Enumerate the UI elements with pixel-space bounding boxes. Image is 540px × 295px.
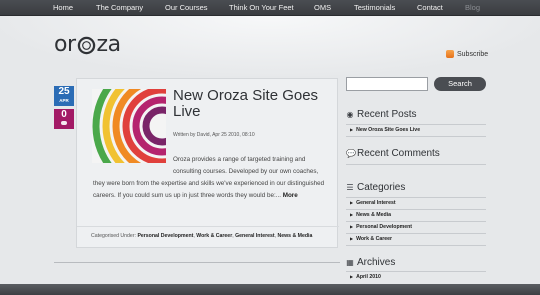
category-label: Work & Career — [356, 236, 393, 242]
logo-text-left: or — [54, 32, 76, 57]
subscribe-link[interactable]: Subscribe — [446, 50, 488, 58]
recent-post-link[interactable]: ▶ New Oroza Site Goes Live — [350, 127, 420, 133]
nav-testimonials[interactable]: Testimonials — [354, 3, 395, 12]
comment-count: 0 — [61, 109, 67, 120]
recent-posts-heading: ◉ Recent Posts — [346, 109, 417, 120]
search-input[interactable] — [346, 77, 428, 91]
categories-heading: ☰ Categories — [346, 182, 405, 193]
archives-heading: ▦ Archives — [346, 257, 395, 268]
archive-link-april-2010[interactable]: ▶ April 2010 — [350, 274, 381, 280]
post-date-badge: 25 APR — [54, 86, 74, 106]
logo-text-right: za — [96, 32, 122, 57]
category-link-general-interest[interactable]: ▶ General Interest — [350, 200, 396, 206]
divider — [346, 245, 486, 246]
post-excerpt-bottom: they were born from the expertise and sk… — [93, 178, 335, 202]
post-category-news-media[interactable]: News & Media — [278, 233, 313, 239]
recent-posts-title: Recent Posts — [357, 109, 417, 120]
divider — [346, 233, 486, 234]
list-icon: ☰ — [346, 183, 354, 192]
divider — [346, 271, 486, 272]
divider — [346, 124, 486, 125]
arrow-right-icon: ▶ — [350, 274, 354, 279]
arrow-right-icon: ▶ — [350, 212, 354, 217]
archives-title: Archives — [357, 257, 396, 268]
category-link-personal-development[interactable]: ▶ Personal Development — [350, 224, 412, 230]
record-icon: ◉ — [346, 110, 354, 119]
search-button[interactable]: Search — [434, 77, 486, 91]
divider — [346, 221, 486, 222]
top-navigation: Home The Company Our Courses Think On Yo… — [0, 0, 540, 16]
nav-think-on-your-feet[interactable]: Think On Your Feet — [229, 3, 294, 12]
categories-title: Categories — [357, 182, 406, 193]
arrow-right-icon: ▶ — [350, 224, 354, 229]
post-date-day: 25 — [58, 86, 70, 97]
recent-comments-heading: 💬 Recent Comments — [346, 148, 440, 159]
speech-bubble-icon: 💬 — [346, 149, 356, 158]
post-thumbnail-image[interactable] — [92, 89, 166, 163]
category-link-work-career[interactable]: ▶ Work & Career — [350, 236, 392, 242]
post-excerpt-top: Oroza provides a range of targeted train… — [173, 154, 335, 178]
logo-mark-icon — [77, 36, 95, 54]
arrow-right-icon: ▶ — [350, 127, 354, 132]
category-link-news-media[interactable]: ▶ News & Media — [350, 212, 391, 218]
post-category-personal-development[interactable]: Personal Development — [137, 233, 193, 239]
nav-oms[interactable]: OMS — [314, 3, 331, 12]
arrow-right-icon: ▶ — [350, 236, 354, 241]
footer-band — [0, 284, 540, 295]
category-label: News & Media — [356, 212, 391, 218]
post-category-general-interest[interactable]: General Interest — [235, 233, 275, 239]
rss-icon — [446, 50, 454, 58]
excerpt-line-2: consulting courses. Developed by our own… — [173, 168, 319, 175]
comment-count-badge[interactable]: 0 — [54, 109, 74, 129]
nav-contact[interactable]: Contact — [417, 3, 443, 12]
categorised-label: Categorised Under: — [91, 233, 136, 239]
arrow-right-icon: ▶ — [350, 200, 354, 205]
divider — [346, 136, 486, 137]
divider — [346, 197, 486, 198]
category-label: General Interest — [356, 200, 396, 206]
nav-blog[interactable]: Blog — [465, 3, 480, 12]
post-category-work-career[interactable]: Work & Career — [196, 233, 232, 239]
archive-label: April 2010 — [356, 274, 381, 280]
recent-comments-title: Recent Comments — [357, 148, 440, 159]
more-link[interactable]: More — [283, 192, 298, 199]
post-meta: Written by David, Apr 25 2010, 08:10 — [173, 132, 255, 138]
oroza-logo[interactable]: or za — [54, 34, 121, 56]
nav-the-company[interactable]: The Company — [96, 3, 143, 12]
subscribe-label: Subscribe — [457, 50, 489, 58]
divider — [346, 164, 486, 165]
comment-bubble-icon — [61, 121, 67, 125]
post-title[interactable]: New Oroza Site Goes Live — [173, 88, 333, 120]
nav-our-courses[interactable]: Our Courses — [165, 3, 208, 12]
blog-post: New Oroza Site Goes Live Written by Davi… — [76, 78, 339, 248]
divider — [346, 209, 486, 210]
nav-home[interactable]: Home — [53, 3, 73, 12]
post-categories-footer: Categorised Under: Personal Development,… — [77, 226, 339, 245]
excerpt-line-1: Oroza provides a range of targeted train… — [173, 156, 306, 163]
post-date-month: APR — [59, 98, 69, 103]
calendar-icon: ▦ — [346, 258, 354, 267]
content-divider — [54, 262, 340, 263]
recent-post-label: New Oroza Site Goes Live — [356, 127, 421, 133]
category-label: Personal Development — [356, 224, 413, 230]
